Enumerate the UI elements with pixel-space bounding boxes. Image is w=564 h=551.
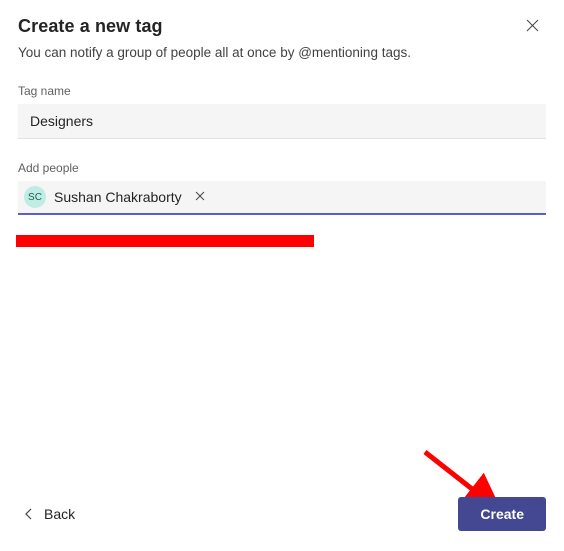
redaction-annotation	[16, 235, 314, 247]
add-people-label: Add people	[18, 161, 546, 175]
chip-name: Sushan Chakraborty	[54, 189, 182, 205]
back-button[interactable]: Back	[18, 506, 75, 522]
remove-chip-button[interactable]	[192, 189, 208, 205]
add-people-input[interactable]: SC Sushan Chakraborty	[18, 181, 546, 215]
close-button[interactable]	[522, 18, 542, 38]
back-label: Back	[44, 506, 75, 522]
people-chip: SC Sushan Chakraborty	[24, 186, 208, 208]
tag-name-input[interactable]	[18, 104, 546, 139]
close-icon	[526, 19, 539, 37]
dialog-title: Create a new tag	[18, 16, 163, 37]
dialog-subtitle: You can notify a group of people all at …	[18, 44, 546, 62]
avatar: SC	[24, 186, 46, 208]
chevron-left-icon	[24, 508, 32, 520]
close-icon	[195, 188, 205, 206]
create-button[interactable]: Create	[458, 497, 546, 531]
tag-name-label: Tag name	[18, 84, 546, 98]
